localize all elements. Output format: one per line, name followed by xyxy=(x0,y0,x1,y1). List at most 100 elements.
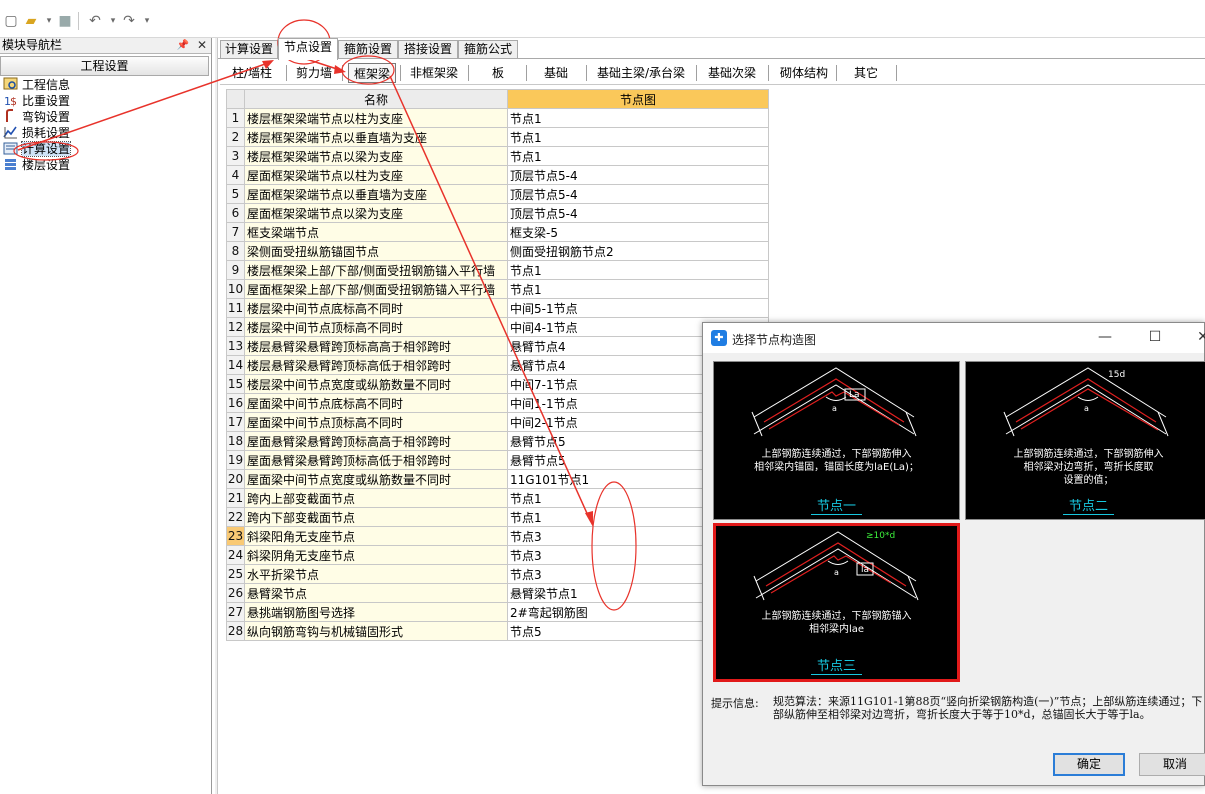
panel-caption-text: 节点三 xyxy=(810,659,862,675)
subtab-slab[interactable]: 板 xyxy=(472,63,524,83)
subtab-column-wall[interactable]: 柱/墙柱 xyxy=(222,63,282,83)
row-number: 2 xyxy=(226,127,245,147)
table-row[interactable]: 10 屋面框架梁上部/下部/侧面受扭钢筋锚入平行墙 节点1 xyxy=(226,279,769,299)
table-row[interactable]: 5 屋面框架梁端节点以垂直墙为支座 顶层节点5-4 xyxy=(226,184,769,204)
nav-list: 工程信息 1 $ 比重设置 弯钩设置 损耗设置 计算设置 楼层设置 xyxy=(0,76,211,173)
table-row[interactable]: 27 悬挑端钢筋图号选择 2#弯起钢筋图 xyxy=(226,602,769,622)
svg-text:a: a xyxy=(832,404,837,413)
table-row[interactable]: 7 框支梁端节点 框支梁-5 xyxy=(226,222,769,242)
subtab-shear-wall[interactable]: 剪力墙 xyxy=(288,63,340,83)
table-row[interactable]: 28 纵向钢筋弯钩与机械锚固形式 节点5 xyxy=(226,621,769,641)
nav-item-loss-settings[interactable]: 损耗设置 xyxy=(0,125,211,141)
nav-item-weight-settings[interactable]: 1 $ 比重设置 xyxy=(0,93,211,109)
row-number: 25 xyxy=(226,564,245,584)
table-row[interactable]: 18 屋面悬臂梁悬臂跨顶标高高于相邻跨时 悬臂节点5 xyxy=(226,431,769,451)
setting-name-cell: 框支梁端节点 xyxy=(244,222,508,242)
ok-button[interactable]: 确定 xyxy=(1053,753,1125,776)
open-folder-icon[interactable]: ▰ xyxy=(22,12,40,30)
table-row[interactable]: 17 屋面梁中间节点顶标高不同时 中间2-1节点 xyxy=(226,412,769,432)
setting-name-cell: 楼层框架梁端节点以梁为支座 xyxy=(244,146,508,166)
table-header-row: 名称 节点图 xyxy=(226,89,769,109)
node-value-cell[interactable]: 节点1 xyxy=(507,108,769,128)
tab-stirrup-formula[interactable]: 箍筋公式 xyxy=(458,40,518,59)
node-value-cell[interactable]: 侧面受扭钢筋节点2 xyxy=(507,241,769,261)
table-row[interactable]: 6 屋面框架梁端节点以梁为支座 顶层节点5-4 xyxy=(226,203,769,223)
panel-caption-text: 节点一 xyxy=(810,499,862,515)
row-number: 3 xyxy=(226,146,245,166)
nav-item-floor-settings[interactable]: 楼层设置 xyxy=(0,157,211,173)
node-value-cell[interactable]: 顶层节点5-4 xyxy=(507,184,769,204)
table-row[interactable]: 8 梁侧面受扭纵筋锚固节点 侧面受扭钢筋节点2 xyxy=(226,241,769,261)
maximize-icon[interactable]: ☐ xyxy=(1143,326,1167,348)
tab-stirrup-settings[interactable]: 箍筋设置 xyxy=(338,40,398,59)
subtab-other[interactable]: 其它 xyxy=(840,63,892,83)
table-row[interactable]: 14 楼层悬臂梁悬臂跨顶标高低于相邻跨时 悬臂节点4 xyxy=(226,355,769,375)
subtab-masonry[interactable]: 砌体结构 xyxy=(772,63,836,83)
subtab-frame-beam[interactable]: 框架梁 xyxy=(348,63,396,83)
nav-item-project-info[interactable]: 工程信息 xyxy=(0,77,211,93)
table-row[interactable]: 23 斜梁阳角无支座节点 节点3 xyxy=(226,526,769,546)
cancel-button[interactable]: 取消 xyxy=(1139,753,1205,776)
node-panel-3[interactable]: a ≥10*d la 上部钢筋连续通过，下部钢筋锚入 相邻梁内lae 节点三 xyxy=(713,523,960,682)
node-value-cell[interactable]: 顶层节点5-4 xyxy=(507,203,769,223)
table-row[interactable]: 15 楼层梁中间节点宽度或纵筋数量不同时 中间7-1节点 xyxy=(226,374,769,394)
nav-item-label: 损耗设置 xyxy=(22,126,71,140)
undo-icon[interactable]: ↶ xyxy=(86,12,104,30)
tab-lap-settings[interactable]: 搭接设置 xyxy=(398,40,458,59)
row-number: 5 xyxy=(226,184,245,204)
table-row[interactable]: 16 屋面梁中间节点底标高不同时 中间1-1节点 xyxy=(226,393,769,413)
nav-item-hook-settings[interactable]: 弯钩设置 xyxy=(0,109,211,125)
dialog-title: 选择节点构造图 xyxy=(732,333,817,347)
nav-item-calc-settings[interactable]: 计算设置 xyxy=(0,141,211,157)
dim-label: La xyxy=(849,390,860,400)
row-number-header xyxy=(226,89,245,109)
table-row[interactable]: 4 屋面框架梁端节点以柱为支座 顶层节点5-4 xyxy=(226,165,769,185)
table-row[interactable]: 22 跨内下部变截面节点 节点1 xyxy=(226,507,769,527)
node-value-cell[interactable]: 框支梁-5 xyxy=(507,222,769,242)
table-row[interactable]: 3 楼层框架梁端节点以梁为支座 节点1 xyxy=(226,146,769,166)
table-row[interactable]: 1 楼层框架梁端节点以柱为支座 节点1 xyxy=(226,108,769,128)
node-value-cell[interactable]: 中间5-1节点 xyxy=(507,298,769,318)
node-value-cell[interactable]: 节点1 xyxy=(507,146,769,166)
column-header-node: 节点图 xyxy=(507,89,769,109)
hint-label: 提示信息: xyxy=(711,697,759,710)
setting-name-cell: 屋面悬臂梁悬臂跨顶标高高于相邻跨时 xyxy=(244,431,508,451)
tab-calc-settings[interactable]: 计算设置 xyxy=(220,40,278,59)
table-row[interactable]: 12 楼层梁中间节点顶标高不同时 中间4-1节点 xyxy=(226,317,769,337)
save-icon[interactable]: ■ xyxy=(56,12,74,30)
subtab-foundation-main-beam[interactable]: 基础主梁/承台梁 xyxy=(590,63,692,83)
table-row[interactable]: 21 跨内上部变截面节点 节点1 xyxy=(226,488,769,508)
close-dialog-icon[interactable]: ✕ xyxy=(1191,326,1205,348)
subtab-foundation[interactable]: 基础 xyxy=(530,63,582,83)
tab-node-settings[interactable]: 节点设置 xyxy=(278,38,338,60)
table-row[interactable]: 24 斜梁阴角无支座节点 节点3 xyxy=(226,545,769,565)
node-value-cell[interactable]: 节点1 xyxy=(507,260,769,280)
minimize-icon[interactable]: — xyxy=(1093,326,1117,348)
node-panel-1[interactable]: a La 上部钢筋连续通过，下部钢筋伸入 相邻梁内锚固，锚固长度为laE(La)… xyxy=(713,361,960,520)
table-row[interactable]: 25 水平折梁节点 节点3 xyxy=(226,564,769,584)
subtab-non-frame-beam[interactable]: 非框架梁 xyxy=(404,63,464,83)
subtab-foundation-secondary-beam[interactable]: 基础次梁 xyxy=(700,63,764,83)
hint-text: 规范算法：来源11G101-1第88页“竖向折梁钢筋构造(一)”节点；上部纵筋连… xyxy=(773,695,1203,721)
redo-icon[interactable]: ↷ xyxy=(120,12,138,30)
table-row[interactable]: 9 楼层框架梁上部/下部/侧面受扭钢筋锚入平行墙 节点1 xyxy=(226,260,769,280)
redo-dropdown-icon[interactable]: ▾ xyxy=(138,12,156,30)
node-value-cell[interactable]: 节点1 xyxy=(507,127,769,147)
node-panel-2[interactable]: a 15d 上部钢筋连续通过，下部钢筋伸入 相邻梁对边弯折，弯折长度取 设置的值… xyxy=(965,361,1205,520)
new-file-icon[interactable]: ▢ xyxy=(2,12,20,30)
node-value-cell[interactable]: 节点1 xyxy=(507,279,769,299)
setting-name-cell: 楼层梁中间节点顶标高不同时 xyxy=(244,317,508,337)
table-row[interactable]: 19 屋面悬臂梁悬臂跨顶标高低于相邻跨时 悬臂节点5 xyxy=(226,450,769,470)
subtab-separator xyxy=(768,65,769,81)
table-row[interactable]: 11 楼层梁中间节点底标高不同时 中间5-1节点 xyxy=(226,298,769,318)
close-icon[interactable]: ✕ xyxy=(197,38,207,53)
row-number: 7 xyxy=(226,222,245,242)
table-row[interactable]: 26 悬臂梁节点 悬臂梁节点1 xyxy=(226,583,769,603)
table-row[interactable]: 13 楼层悬臂梁悬臂跨顶标高高于相邻跨时 悬臂节点4 xyxy=(226,336,769,356)
table-row[interactable]: 2 楼层框架梁端节点以垂直墙为支座 节点1 xyxy=(226,127,769,147)
node-value-cell[interactable]: 顶层节点5-4 xyxy=(507,165,769,185)
table-row[interactable]: 20 屋面梁中间节点宽度或纵筋数量不同时 11G101节点1 xyxy=(226,469,769,489)
nav-section-header[interactable]: 工程设置 xyxy=(0,56,209,76)
pin-icon[interactable]: 📌 xyxy=(177,38,189,53)
row-number: 15 xyxy=(226,374,245,394)
